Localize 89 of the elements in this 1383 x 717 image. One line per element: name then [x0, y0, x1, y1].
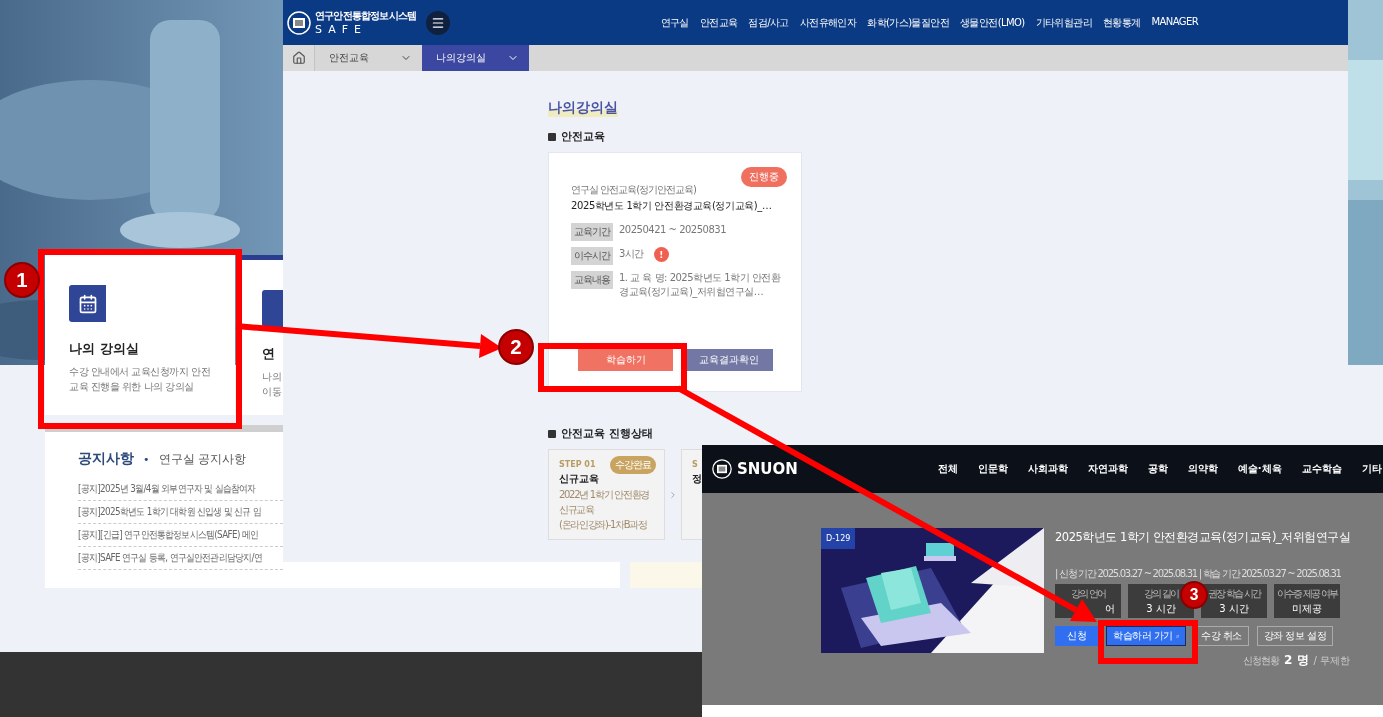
- info-label: 강의 언어: [1070, 586, 1106, 601]
- course-category: 연구실 안전교육(정기안전교육): [571, 183, 696, 197]
- detail-label: 교육기간: [571, 223, 613, 241]
- enrollment-limit: / 무제한: [1313, 654, 1351, 668]
- menu-button[interactable]: [426, 10, 451, 35]
- step-number: STEP 01: [559, 460, 596, 469]
- nav-link[interactable]: 점검/사고: [748, 15, 789, 30]
- course-title: 2025학년도 1학기 안전환경교육(정기교육)_…: [571, 199, 773, 213]
- enrollment-count: 2 명: [1284, 652, 1309, 669]
- step-description: (온라인강좌)-1차B과정: [559, 519, 647, 531]
- card-description: 나의: [262, 370, 281, 384]
- home-icon: [291, 51, 306, 65]
- card-description: 교육 진행을 위한 나의 강의실: [69, 380, 195, 394]
- nav-link[interactable]: 교수학습: [1301, 462, 1342, 476]
- d-day-badge: D-129: [821, 528, 856, 549]
- separator-dot: •: [143, 452, 150, 466]
- detail-value: 20250421 ~ 20250831: [619, 223, 728, 237]
- section-title: 안전교육 진행상태: [561, 426, 653, 441]
- info-value: 3 시간: [1146, 601, 1176, 616]
- nav-link[interactable]: 생물안전(LMO): [960, 15, 1025, 30]
- notice-link[interactable]: [공지]2025년 3월/4월 외부연구자 및 실습참여자: [78, 483, 256, 495]
- course-button[interactable]: 교육결과확인: [685, 349, 773, 371]
- detail-value: 1. 교 육 명: 2025학년도 1학기 안전환경교육(정기교육)_저위험연구실…: [619, 271, 782, 299]
- info-value: 미제공: [1292, 601, 1322, 616]
- menu-card[interactable]: 나의 강의실 수강 안내에서 교육신청까지 안전 교육 진행을 위한 나의 강의실: [45, 255, 235, 415]
- step-title: 정: [692, 472, 702, 486]
- enrollment-label: 신청현황: [1243, 654, 1280, 668]
- card-description: 수강 안내에서 교육신청까지 안전: [69, 365, 211, 379]
- course-button[interactable]: 강좌 정보 설정: [1256, 626, 1334, 646]
- notice-title: 공지사항: [78, 450, 134, 468]
- nav-link[interactable]: 의약학: [1187, 462, 1218, 476]
- notice-link[interactable]: [공지]SAFE 연구실 등록, 연구실안전관리담당지/연: [78, 552, 262, 564]
- nav-link[interactable]: 공학: [1147, 462, 1168, 476]
- nav-link[interactable]: 현황통계: [1102, 15, 1141, 30]
- step-title: 신규교육: [559, 472, 599, 486]
- menu-card[interactable]: 연 나의 이동: [240, 255, 283, 415]
- status-badge: 진행중: [741, 167, 787, 187]
- page-title: 나의강의실: [548, 99, 618, 117]
- nav-link[interactable]: 화학(가스)물질안전: [867, 15, 950, 30]
- nav-link[interactable]: 자연과학: [1087, 462, 1128, 476]
- logo-wordmark: SAFE: [315, 23, 368, 36]
- detail-label: 교육내용: [571, 271, 613, 289]
- menu-icon: [431, 15, 446, 30]
- nav-link[interactable]: 전체: [937, 462, 958, 476]
- nav-link[interactable]: 사전유해인자: [799, 15, 857, 30]
- nav-link[interactable]: 기타위험관리: [1035, 15, 1092, 30]
- bullet-square: [548, 132, 556, 141]
- icon-tile: [262, 290, 283, 327]
- step-marker: 2: [498, 329, 534, 365]
- step-number: S: [692, 460, 698, 469]
- breadcrumb-tab[interactable]: 나의강의실: [422, 45, 529, 71]
- nav-link[interactable]: 예술·체육: [1237, 462, 1282, 476]
- course-dates: | 신청 기간 2025.03.27 ~ 2025.08.31 | 학습 기간 2025.03.27 ~ 2025.08.31: [1055, 567, 1341, 581]
- card-title: 나의 강의실: [69, 340, 139, 358]
- chevron-icon: [668, 489, 678, 500]
- detail-value: 3시간: [619, 247, 644, 261]
- step-marker: 1: [4, 262, 40, 298]
- nav-link[interactable]: 연구실: [660, 15, 689, 30]
- nav-link[interactable]: 기타: [1361, 462, 1382, 476]
- detail-label: 이수시간: [571, 247, 613, 265]
- card-description: 이동: [262, 385, 281, 399]
- emblem-logo: [287, 10, 311, 35]
- logo-wordmark: SNUON: [737, 460, 798, 478]
- info-label: 강의 길이: [1143, 586, 1179, 601]
- logo-name: 연구안전통합정보시스템: [315, 9, 417, 23]
- info-label: 권장 학습 시간: [1208, 586, 1260, 601]
- card-title: 연: [262, 345, 275, 363]
- info-label: 이수증 제공 여부: [1276, 586, 1338, 601]
- course-button[interactable]: 신청: [1055, 626, 1098, 646]
- course-button[interactable]: 학습하러 가기: [1106, 626, 1186, 646]
- nav-link[interactable]: 사회과학: [1027, 462, 1068, 476]
- emblem-logo: [712, 459, 732, 479]
- step-badge: 수강완료: [610, 456, 656, 474]
- bullet-square: [548, 429, 556, 438]
- home-button[interactable]: [283, 45, 315, 71]
- info-value: 어: [1105, 601, 1115, 616]
- step-description: 2022년 1학기 안전환경: [559, 489, 649, 501]
- step-description: 신규교육: [559, 504, 594, 516]
- course-title: 2025학년도 1학기 안전환경교육(정기교육)_저위험연구실: [1055, 530, 1351, 545]
- nav-link[interactable]: 안전교육: [699, 15, 738, 30]
- nav-link[interactable]: MANAGER: [1151, 15, 1198, 30]
- notice-subtitle: 연구실 공지사항: [158, 450, 247, 468]
- section-title: 안전교육: [561, 129, 605, 144]
- info-value: 3 시간: [1219, 601, 1249, 616]
- alert-badge: !: [653, 247, 669, 262]
- notice-link[interactable]: [공지]2025학년도 1학기 대학원 신입생 및 신규 임: [78, 506, 261, 518]
- calendar-icon: [69, 285, 106, 322]
- nav-link[interactable]: 인문학: [977, 462, 1008, 476]
- notice-link[interactable]: [공지][긴급] 연구안전통합정보시스템(SAFE) 메인: [78, 529, 259, 541]
